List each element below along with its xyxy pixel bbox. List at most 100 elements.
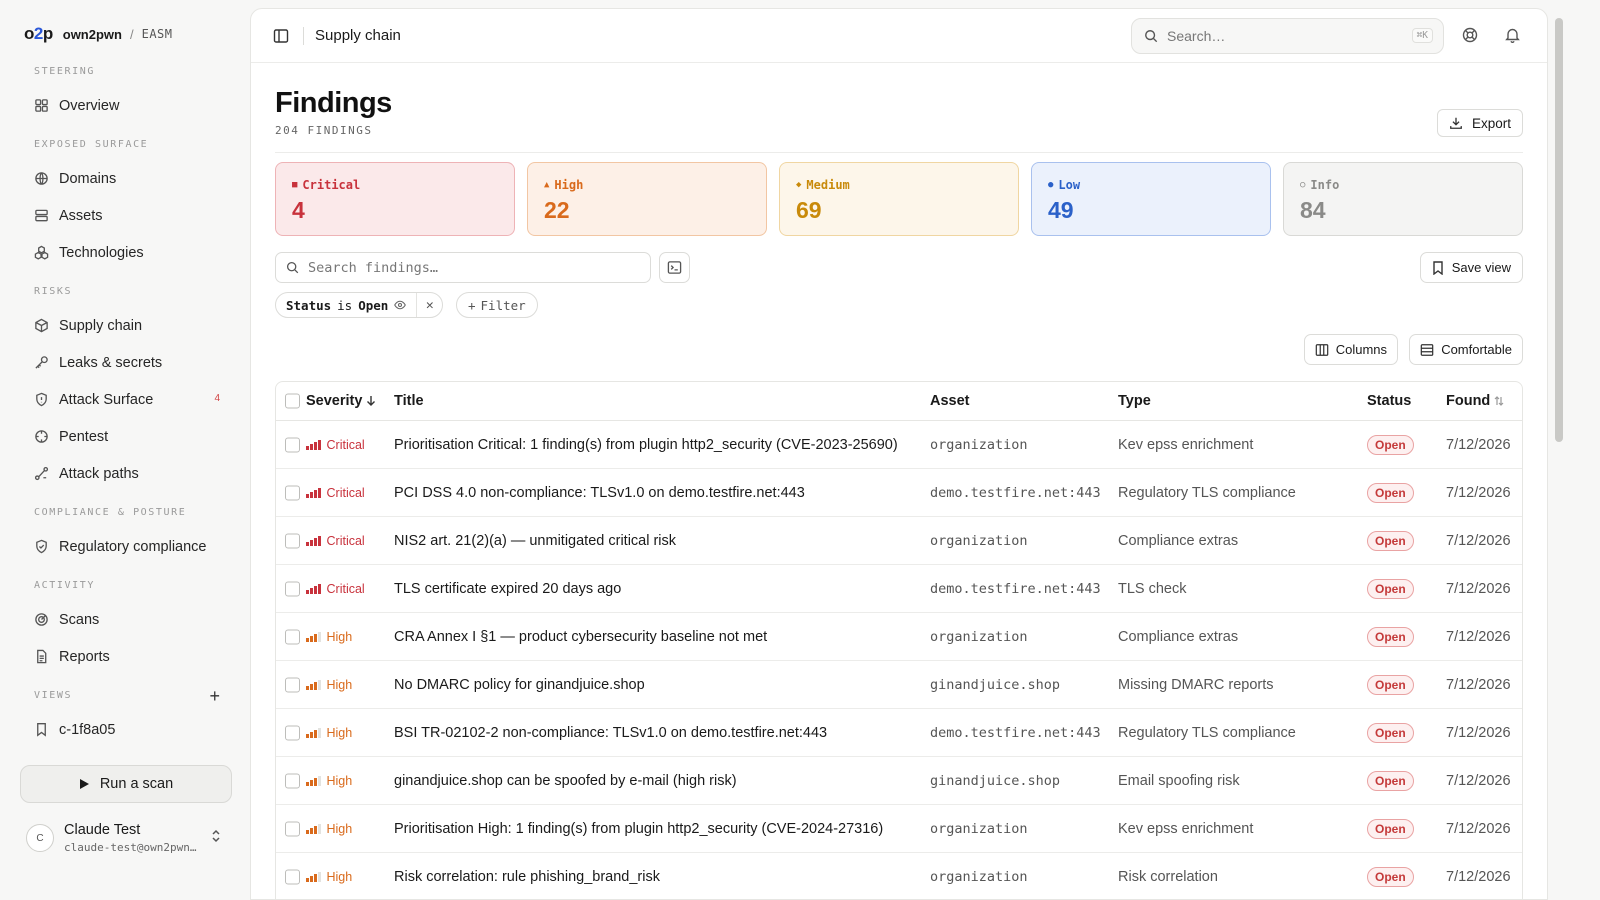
chip-field: Status (286, 297, 332, 313)
status-badge: Open (1367, 482, 1414, 503)
add-filter-button[interactable]: + Filter (456, 292, 538, 318)
finding-asset[interactable]: organization (930, 437, 1028, 453)
remove-filter-close-icon[interactable]: ✕ (416, 293, 442, 317)
finding-asset[interactable]: demo.testfire.net:443 (930, 725, 1101, 741)
finding-title[interactable]: TLS certificate expired 20 days ago (394, 581, 621, 597)
row-checkbox[interactable] (285, 581, 300, 596)
finding-asset[interactable]: demo.testfire.net:443 (930, 485, 1101, 501)
filter-chip-status[interactable]: Status is Open ✕ (275, 292, 444, 318)
severity-summary: ■ Critical 4 ▲ High 22 ◆ Medium 69 ● Low 49 … (275, 162, 1523, 236)
row-checkbox[interactable] (285, 533, 300, 548)
finding-asset[interactable]: ginandjuice.shop (930, 677, 1060, 693)
row-checkbox[interactable] (285, 869, 300, 884)
table-row[interactable]: High No DMARC policy for ginandjuice.sho… (276, 661, 1522, 709)
table-row[interactable]: Critical NIS2 art. 21(2)(a) — unmitigate… (276, 517, 1522, 565)
status-badge-cell: Open (1367, 674, 1414, 695)
global-search-input[interactable]: Search… ⌘K (1131, 18, 1444, 54)
density-button[interactable]: Comfortable (1409, 334, 1523, 365)
severity-cell: High (306, 630, 352, 644)
export-button[interactable]: Export (1436, 109, 1523, 137)
finding-asset[interactable]: organization (930, 533, 1028, 549)
table-row[interactable]: Critical Prioritisation Critical: 1 find… (276, 421, 1522, 469)
finding-asset[interactable]: organization (930, 629, 1028, 645)
finding-asset[interactable]: organization (930, 869, 1028, 885)
page-scrollbar[interactable] (1555, 18, 1563, 442)
key-icon (35, 356, 48, 369)
query-console-button[interactable] (659, 252, 690, 283)
finding-title[interactable]: PCI DSS 4.0 non-compliance: TLSv1.0 on d… (394, 485, 805, 501)
route-icon (34, 466, 49, 481)
sidebar-item-label: Pentest (59, 428, 109, 445)
table-row[interactable]: High ginandjuice.shop can be spoofed by … (276, 757, 1522, 805)
finding-asset[interactable]: ginandjuice.shop (930, 773, 1060, 789)
col-severity-label: Severity (306, 393, 363, 409)
row-checkbox[interactable] (285, 629, 300, 644)
finding-asset[interactable]: demo.testfire.net:443 (930, 581, 1101, 597)
col-asset[interactable]: Asset (930, 393, 970, 409)
finding-found-date: 7/12/2026 (1446, 868, 1511, 885)
finding-title[interactable]: NIS2 art. 21(2)(a) — unmitigated critica… (394, 533, 676, 549)
sidebar-item-scans[interactable]: Scans (20, 601, 232, 638)
brand[interactable]: o2p own2pwn / EASM (24, 22, 232, 46)
severity-bars-icon (306, 439, 321, 450)
sidebar-item-overview[interactable]: Overview (20, 87, 232, 124)
col-severity[interactable]: Severity (306, 393, 376, 409)
finding-title[interactable]: Prioritisation High: 1 finding(s) from p… (394, 821, 883, 837)
sidebar-item-regulatory-compliance[interactable]: Regulatory compliance (20, 528, 232, 565)
sidebar-item-leaks[interactable]: Leaks & secrets (20, 344, 232, 381)
severity-card-high[interactable]: ▲ High 22 (527, 162, 767, 236)
eye-icon[interactable] (394, 299, 407, 311)
row-checkbox[interactable] (285, 437, 300, 452)
add-view-plus-icon[interactable]: + (209, 687, 220, 705)
finding-title[interactable]: No DMARC policy for ginandjuice.shop (394, 677, 645, 693)
select-all-checkbox[interactable] (285, 393, 300, 409)
sidebar-item-pentest[interactable]: Pentest (20, 418, 232, 455)
help-lifebuoy-icon[interactable] (1462, 27, 1478, 43)
table-row[interactable]: High CRA Annex I §1 — product cybersecur… (276, 613, 1522, 661)
sidebar-item-supply-chain[interactable]: Supply chain (20, 307, 232, 344)
sidebar-item-attack-paths[interactable]: Attack paths (20, 455, 232, 492)
sidebar-item-assets[interactable]: Assets (20, 197, 232, 234)
finding-title[interactable]: ginandjuice.shop can be spoofed by e-mai… (394, 773, 737, 789)
row-checkbox[interactable] (285, 485, 300, 500)
col-type[interactable]: Type (1118, 393, 1151, 409)
row-checkbox[interactable] (285, 677, 300, 692)
sidebar-toggle-icon[interactable] (273, 28, 289, 44)
table-row[interactable]: High Prioritisation High: 1 finding(s) f… (276, 805, 1522, 853)
columns-button[interactable]: Columns (1303, 334, 1398, 365)
sidebar-item-technologies[interactable]: Technologies (20, 234, 232, 271)
save-view-button[interactable]: Save view (1419, 252, 1523, 283)
user-menu[interactable]: C Claude Test claude-test@own2pwn… (20, 812, 232, 864)
run-scan-button[interactable]: Run a scan (20, 765, 232, 803)
finding-asset[interactable]: organization (930, 821, 1028, 837)
table-row[interactable]: High Risk correlation: rule phishing_bra… (276, 853, 1522, 899)
page-header: Findings 204 FINDINGS (275, 87, 392, 137)
severity-card-info[interactable]: ○ Info 84 (1283, 162, 1523, 236)
severity-label: High (326, 629, 353, 644)
finding-title[interactable]: Risk correlation: rule phishing_brand_ri… (394, 869, 660, 885)
sidebar-item-saved-view[interactable]: c-1f8a05 (20, 711, 232, 748)
finding-title[interactable]: BSI TR-02102-2 non-compliance: TLSv1.0 o… (394, 725, 827, 741)
finding-title[interactable]: CRA Annex I §1 — product cybersecurity b… (394, 629, 767, 645)
sidebar-item-domains[interactable]: Domains (20, 160, 232, 197)
col-found[interactable]: Found (1446, 393, 1504, 409)
row-checkbox[interactable] (285, 821, 300, 836)
bell-icon[interactable] (1505, 27, 1520, 43)
org-name: own2pwn (62, 26, 122, 42)
col-title[interactable]: Title (394, 393, 424, 409)
findings-search-input[interactable]: Search findings… (275, 252, 651, 283)
severity-card-medium[interactable]: ◆ Medium 69 (779, 162, 1019, 236)
breadcrumb[interactable]: Supply chain (315, 27, 401, 44)
table-row[interactable]: High BSI TR-02102-2 non-compliance: TLSv… (276, 709, 1522, 757)
row-checkbox[interactable] (285, 725, 300, 740)
severity-card-critical[interactable]: ■ Critical 4 (275, 162, 515, 236)
user-name: Claude Test (64, 822, 141, 838)
col-status[interactable]: Status (1367, 393, 1411, 409)
sidebar-item-reports[interactable]: Reports (20, 638, 232, 675)
severity-card-low[interactable]: ● Low 49 (1031, 162, 1271, 236)
sidebar-item-attack-surface[interactable]: Attack Surface 4 (20, 381, 232, 418)
row-checkbox[interactable] (285, 773, 300, 788)
finding-title[interactable]: Prioritisation Critical: 1 finding(s) fr… (394, 437, 898, 453)
table-row[interactable]: Critical TLS certificate expired 20 days… (276, 565, 1522, 613)
table-row[interactable]: Critical PCI DSS 4.0 non-compliance: TLS… (276, 469, 1522, 517)
